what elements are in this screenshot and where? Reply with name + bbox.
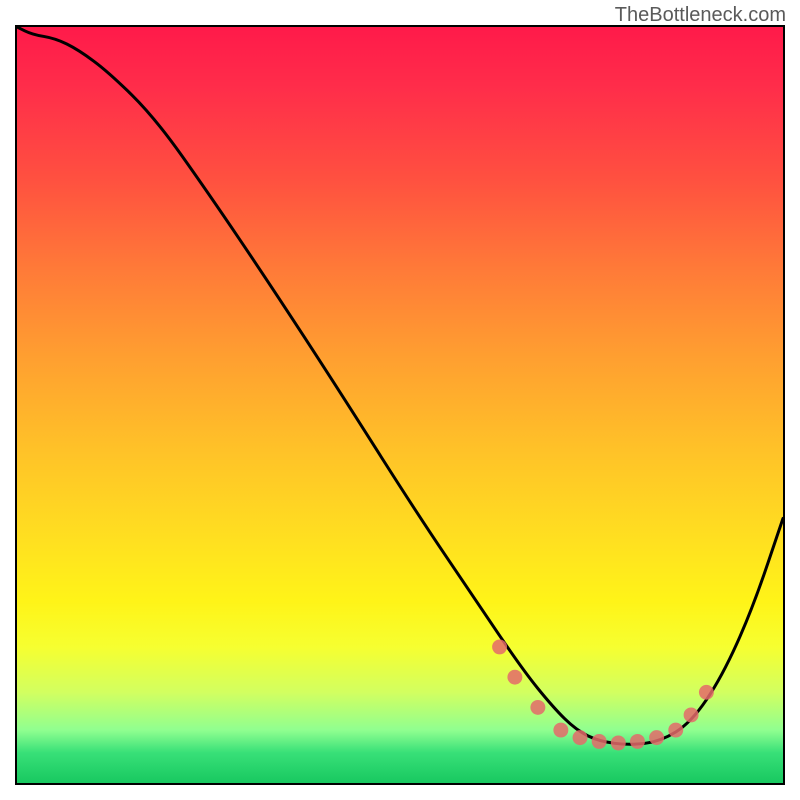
curve-path-group <box>17 27 783 744</box>
marker-dot <box>668 723 683 738</box>
marker-dot <box>573 730 588 745</box>
plot-area <box>15 25 785 785</box>
marker-dot <box>699 685 714 700</box>
watermark-text: TheBottleneck.com <box>615 4 786 27</box>
bottleneck-curve <box>17 27 783 744</box>
marker-dot <box>611 735 626 750</box>
marker-dot <box>492 639 507 654</box>
curve-svg <box>17 27 783 783</box>
marker-dot <box>630 734 645 749</box>
marker-dot <box>507 670 522 685</box>
marker-group <box>492 639 714 750</box>
marker-dot <box>649 730 664 745</box>
marker-dot <box>553 723 568 738</box>
marker-dot <box>530 700 545 715</box>
chart-container: TheBottleneck.com <box>0 0 800 800</box>
marker-dot <box>684 707 699 722</box>
marker-dot <box>592 734 607 749</box>
